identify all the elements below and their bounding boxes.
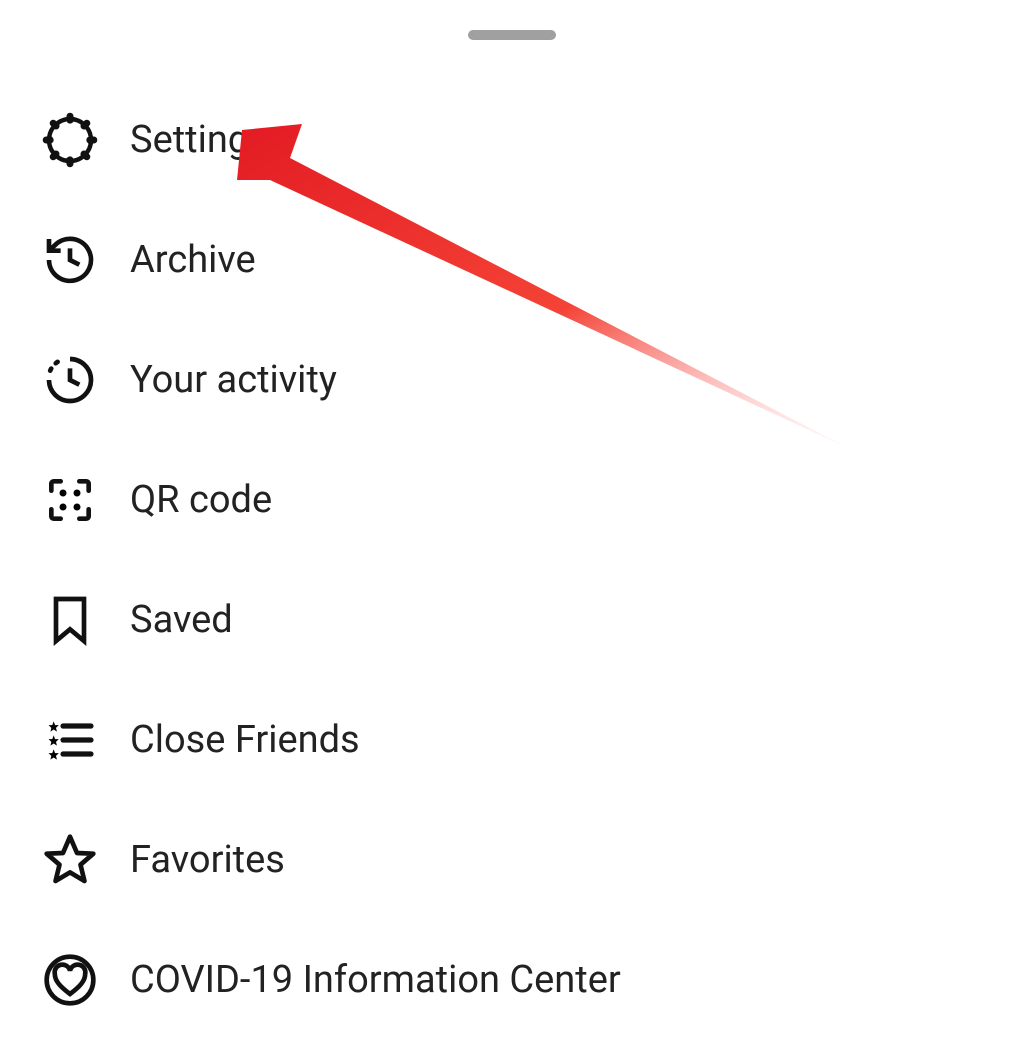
menu-list: Settings Archive Your acti [0,80,1024,1040]
menu-item-label: Your activity [130,358,337,402]
menu-item-close-friends[interactable]: Close Friends [40,680,1024,800]
menu-item-covid-info[interactable]: COVID-19 Information Center [40,920,1024,1040]
menu-item-your-activity[interactable]: Your activity [40,320,1024,440]
menu-item-label: Close Friends [130,718,360,762]
menu-item-label: Favorites [130,838,285,882]
menu-item-archive[interactable]: Archive [40,200,1024,320]
menu-item-label: QR code [130,478,272,522]
star-icon [40,830,100,890]
activity-icon [40,350,100,410]
menu-item-label: Saved [130,598,233,642]
menu-item-label: Archive [130,238,256,282]
menu-item-favorites[interactable]: Favorites [40,800,1024,920]
menu-item-settings[interactable]: Settings [40,80,1024,200]
drag-handle[interactable] [468,30,556,40]
gear-icon [40,110,100,170]
menu-item-label: COVID-19 Information Center [130,958,621,1002]
bookmark-icon [40,590,100,650]
covid-info-icon [40,950,100,1010]
close-friends-icon [40,710,100,770]
bottom-sheet: Settings Archive Your acti [0,0,1024,1012]
menu-item-qr-code[interactable]: QR code [40,440,1024,560]
qr-code-icon [40,470,100,530]
menu-item-label: Settings [130,118,269,162]
history-icon [40,230,100,290]
menu-item-saved[interactable]: Saved [40,560,1024,680]
